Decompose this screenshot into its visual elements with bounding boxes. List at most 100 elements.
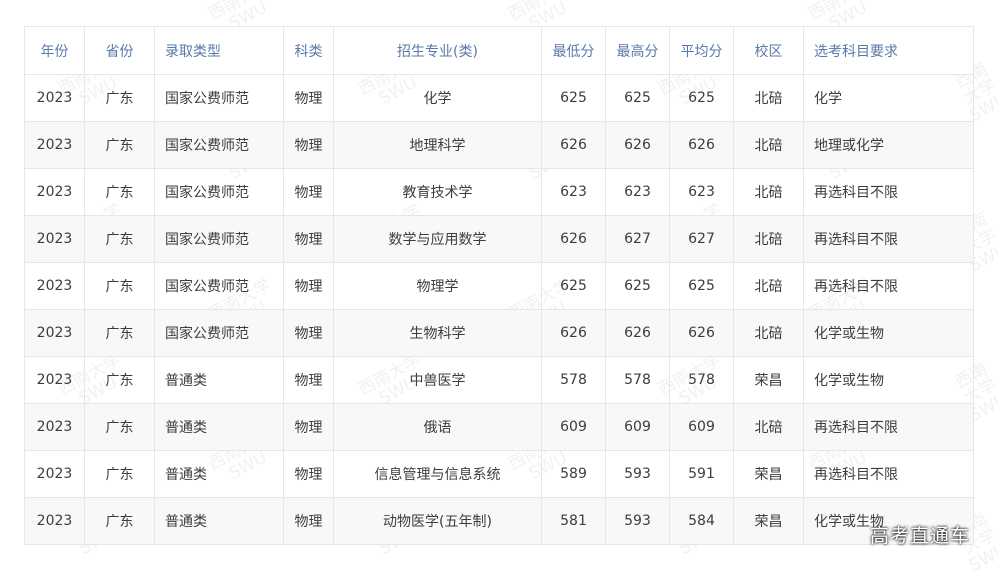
cell-year: 2023: [24, 121, 85, 169]
cell-avg-score: 627: [669, 215, 734, 263]
cell-admission-type: 普通类: [154, 450, 284, 498]
table-row: 2023 广东 国家公费师范 物理 物理学 625 625 625 北碚 再选科目不限: [24, 262, 974, 310]
cell-major: 教育技术学: [333, 168, 542, 216]
cell-subject-category: 物理: [283, 262, 334, 310]
cell-max-score: 627: [605, 215, 670, 263]
cell-avg-score: 625: [669, 74, 734, 122]
cell-year: 2023: [24, 309, 85, 357]
cell-province: 广东: [84, 168, 155, 216]
cell-max-score: 626: [605, 309, 670, 357]
header-subject-requirement[interactable]: 选考科目要求: [803, 26, 974, 75]
table-body: 2023 广东 国家公费师范 物理 化学 625 625 625 北碚 化学 2023 广东 国家公费师…: [24, 74, 974, 545]
cell-subject-requirement: 再选科目不限: [803, 168, 974, 216]
cell-subject-category: 物理: [283, 215, 334, 263]
cell-admission-type: 国家公费师范: [154, 262, 284, 310]
cell-major: 地理科学: [333, 121, 542, 169]
cell-admission-type: 国家公费师范: [154, 215, 284, 263]
cell-subject-requirement: 再选科目不限: [803, 262, 974, 310]
cell-subject-category: 物理: [283, 403, 334, 451]
cell-subject-category: 物理: [283, 356, 334, 404]
header-major[interactable]: 招生专业(类): [333, 26, 542, 75]
table-row: 2023 广东 国家公费师范 物理 地理科学 626 626 626 北碚 地理或化学: [24, 121, 974, 169]
cell-year: 2023: [24, 403, 85, 451]
cell-subject-requirement: 化学或生物: [803, 356, 974, 404]
cell-campus: 荣昌: [733, 450, 804, 498]
cell-avg-score: 626: [669, 121, 734, 169]
cell-campus: 北碚: [733, 403, 804, 451]
cell-max-score: 609: [605, 403, 670, 451]
cell-min-score: 581: [541, 497, 606, 545]
cell-major: 生物科学: [333, 309, 542, 357]
cell-subject-category: 物理: [283, 74, 334, 122]
cell-province: 广东: [84, 450, 155, 498]
cell-max-score: 578: [605, 356, 670, 404]
table-header: 年份 省份 录取类型 科类 招生专业(类) 最低分 最高分 平均分 校区 选考科…: [24, 26, 974, 75]
cell-campus: 荣昌: [733, 356, 804, 404]
table-row: 2023 广东 普通类 物理 动物医学(五年制) 581 593 584 荣昌 化学或生物: [24, 497, 974, 545]
header-province[interactable]: 省份: [84, 26, 155, 75]
header-avg-score[interactable]: 平均分: [669, 26, 734, 75]
cell-admission-type: 普通类: [154, 356, 284, 404]
cell-year: 2023: [24, 74, 85, 122]
cell-province: 广东: [84, 262, 155, 310]
cell-max-score: 626: [605, 121, 670, 169]
cell-subject-category: 物理: [283, 309, 334, 357]
cell-major: 俄语: [333, 403, 542, 451]
cell-campus: 北碚: [733, 168, 804, 216]
cell-major: 信息管理与信息系统: [333, 450, 542, 498]
cell-avg-score: 625: [669, 262, 734, 310]
cell-avg-score: 626: [669, 309, 734, 357]
header-row: 年份 省份 录取类型 科类 招生专业(类) 最低分 最高分 平均分 校区 选考科…: [24, 26, 974, 75]
cell-subject-requirement: 再选科目不限: [803, 450, 974, 498]
admission-scores-table-container: 年份 省份 录取类型 科类 招生专业(类) 最低分 最高分 平均分 校区 选考科…: [24, 26, 974, 545]
table-row: 2023 广东 国家公费师范 物理 生物科学 626 626 626 北碚 化学或生物: [24, 309, 974, 357]
cell-year: 2023: [24, 497, 85, 545]
watermark-line-2: SWU: [966, 539, 998, 576]
cell-major: 物理学: [333, 262, 542, 310]
header-campus[interactable]: 校区: [733, 26, 804, 75]
cell-subject-category: 物理: [283, 168, 334, 216]
table-row: 2023 广东 国家公费师范 物理 化学 625 625 625 北碚 化学: [24, 74, 974, 122]
cell-avg-score: 578: [669, 356, 734, 404]
table-row: 2023 广东 国家公费师范 物理 教育技术学 623 623 623 北碚 再选科目不限: [24, 168, 974, 216]
cell-min-score: 623: [541, 168, 606, 216]
header-subject-category[interactable]: 科类: [283, 26, 334, 75]
cell-max-score: 593: [605, 450, 670, 498]
cell-year: 2023: [24, 168, 85, 216]
cell-min-score: 625: [541, 262, 606, 310]
header-max-score[interactable]: 最高分: [605, 26, 670, 75]
cell-admission-type: 国家公费师范: [154, 309, 284, 357]
cell-min-score: 626: [541, 309, 606, 357]
cell-major: 化学: [333, 74, 542, 122]
cell-avg-score: 623: [669, 168, 734, 216]
table-row: 2023 广东 国家公费师范 物理 数学与应用数学 626 627 627 北碚 再选科目不限: [24, 215, 974, 263]
cell-province: 广东: [84, 403, 155, 451]
cell-year: 2023: [24, 262, 85, 310]
cell-admission-type: 国家公费师范: [154, 168, 284, 216]
header-admission-type[interactable]: 录取类型: [154, 26, 284, 75]
table-row: 2023 广东 普通类 物理 俄语 609 609 609 北碚 再选科目不限: [24, 403, 974, 451]
cell-year: 2023: [24, 215, 85, 263]
cell-subject-category: 物理: [283, 497, 334, 545]
cell-min-score: 578: [541, 356, 606, 404]
cell-subject-requirement: 化学或生物: [803, 309, 974, 357]
header-year[interactable]: 年份: [24, 26, 85, 75]
cell-min-score: 609: [541, 403, 606, 451]
cell-min-score: 626: [541, 121, 606, 169]
cell-admission-type: 普通类: [154, 497, 284, 545]
cell-max-score: 625: [605, 262, 670, 310]
cell-major: 动物医学(五年制): [333, 497, 542, 545]
cell-subject-requirement: 再选科目不限: [803, 215, 974, 263]
cell-admission-type: 普通类: [154, 403, 284, 451]
header-min-score[interactable]: 最低分: [541, 26, 606, 75]
cell-subject-category: 物理: [283, 450, 334, 498]
watermark-line-1: 西南大学: [505, 0, 575, 25]
cell-campus: 北碚: [733, 121, 804, 169]
cell-province: 广东: [84, 497, 155, 545]
cell-subject-requirement: 地理或化学: [803, 121, 974, 169]
cell-major: 数学与应用数学: [333, 215, 542, 263]
cell-subject-requirement: 化学: [803, 74, 974, 122]
cell-campus: 北碚: [733, 262, 804, 310]
cell-province: 广东: [84, 356, 155, 404]
cell-admission-type: 国家公费师范: [154, 74, 284, 122]
